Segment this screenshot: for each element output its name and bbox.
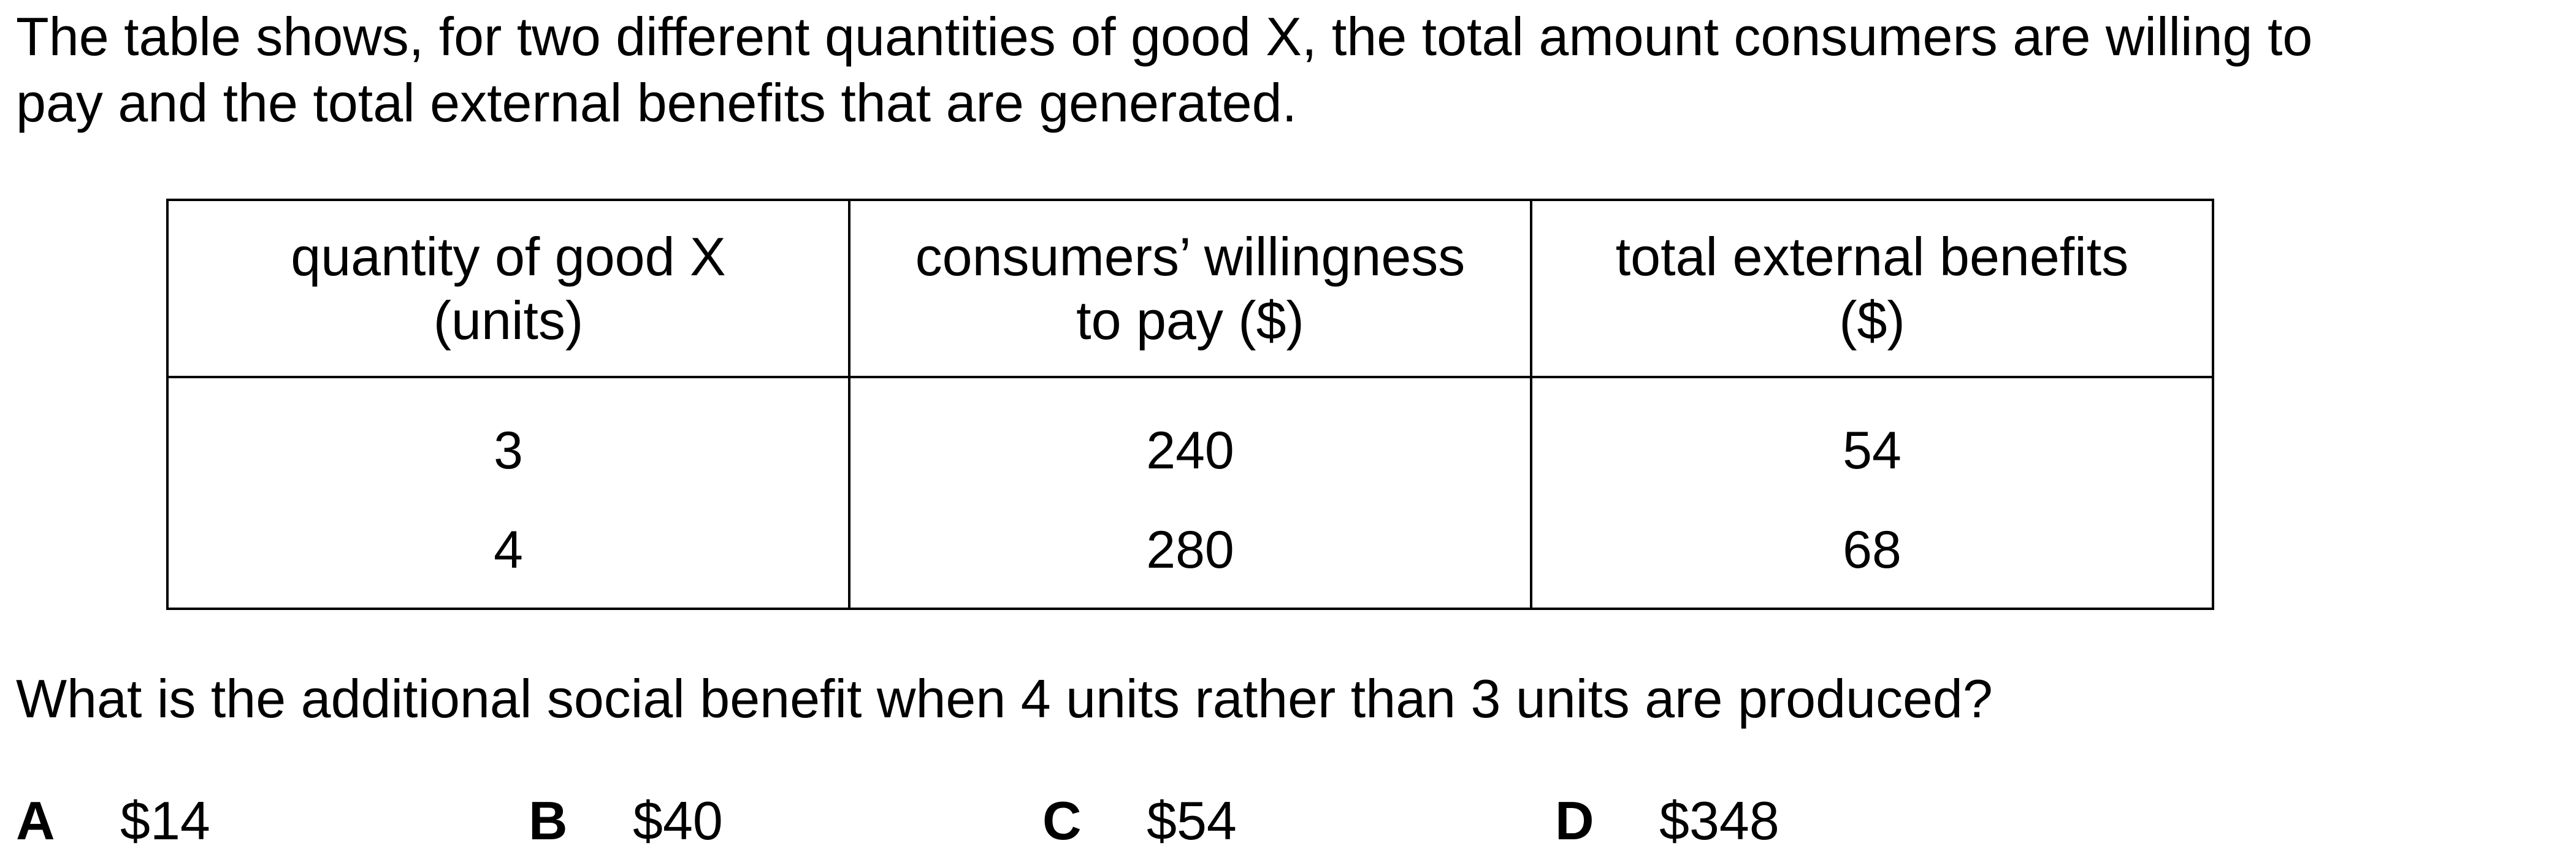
question-stem-line-1: The table shows, for two different quant… [16,6,2313,67]
table-body: 3 240 54 4 280 68 [166,377,2214,610]
header-quantity-line-2: (units) [433,289,584,351]
cell-external-benefits: 54 [1530,377,2214,497]
cell-willingness: 280 [848,497,1532,610]
option-d-text: $348 [1659,790,1779,851]
header-willingness-line-2: to pay ($) [1076,289,1304,351]
cell-quantity: 3 [166,377,850,497]
question-stem: The table shows, for two different quant… [16,4,2530,136]
question-stem-line-2: pay and the total external benefits that… [16,72,1298,133]
option-b-text: $40 [633,790,723,851]
header-quantity-line-1: quantity of good X [291,226,726,287]
table-header-row: quantity of good X (units) consumers’ wi… [166,199,2214,378]
header-external-benefits: total external benefits ($) [1530,199,2214,378]
cell-external-benefits: 68 [1530,497,2214,610]
question-text: What is the additional social benefit wh… [16,668,1993,729]
cell-quantity: 4 [166,497,850,610]
table-row: 3 240 54 [166,377,2214,497]
header-quantity: quantity of good X (units) [166,199,850,378]
header-external-line-1: total external benefits [1615,226,2129,287]
table-header: quantity of good X (units) consumers’ wi… [166,199,2214,378]
option-a-text: $14 [120,790,210,851]
option-a-letter: A [16,790,55,851]
header-willingness-to-pay: consumers’ willingness to pay ($) [848,199,1532,378]
data-table: quantity of good X (units) consumers’ wi… [166,199,2214,610]
header-external-line-2: ($) [1839,289,1905,351]
cell-willingness: 240 [848,377,1532,497]
option-b[interactable]: B $40 [529,788,723,854]
option-d[interactable]: D $348 [1555,788,1779,854]
option-c[interactable]: C $54 [1042,788,1237,854]
option-a[interactable]: A $14 [16,788,210,854]
option-d-letter: D [1555,790,1594,851]
option-c-text: $54 [1147,790,1237,851]
option-b-letter: B [529,790,568,851]
table-row: 4 280 68 [166,497,2214,610]
option-c-letter: C [1042,790,1082,851]
header-willingness-line-1: consumers’ willingness [915,226,1466,287]
